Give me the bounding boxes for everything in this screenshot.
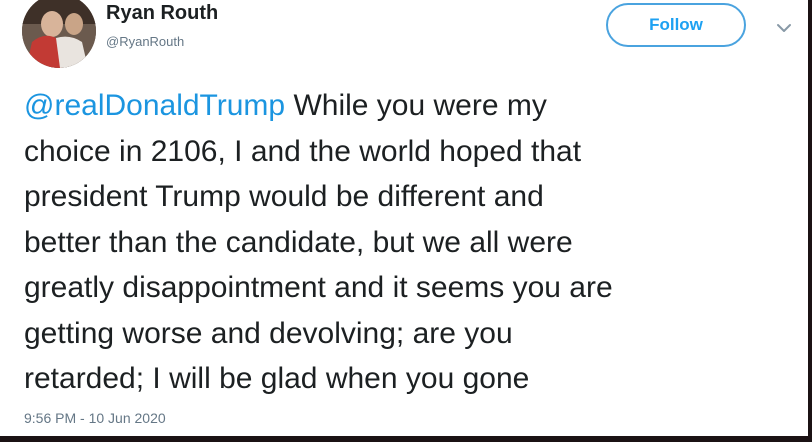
- avatar-photo: [22, 0, 96, 68]
- tweet-line-7: retarded; I will be glad when you gone: [24, 362, 530, 395]
- tweet-line-1: @realDonaldTrump While you were my: [24, 83, 794, 129]
- chevron-down-icon[interactable]: [772, 16, 796, 40]
- user-handle[interactable]: @RyanRouth: [106, 34, 184, 49]
- user-display-name[interactable]: Ryan Routh: [106, 2, 218, 25]
- follow-button[interactable]: Follow: [606, 3, 746, 47]
- tweet-timestamp[interactable]: 9:56 PM - 10 Jun 2020: [24, 410, 166, 426]
- tweet-line-3: president Trump would be different and: [24, 180, 544, 213]
- mention-link[interactable]: @realDonaldTrump: [24, 89, 285, 122]
- tweet-line-1-text: While you were my: [285, 89, 547, 122]
- tweet-text: @realDonaldTrump While you were my choic…: [24, 83, 794, 402]
- tweet-line-4: better than the candidate, but we all we…: [24, 225, 573, 259]
- avatar[interactable]: [22, 0, 96, 68]
- tweet-card: Ryan Routh @RyanRouth Follow @realDonald…: [0, 0, 808, 436]
- tweet-line-5: greatly disappointment and it seems you …: [24, 271, 613, 304]
- tweet-line-6: getting worse and devolving; are you: [24, 316, 513, 350]
- tweet-line-2: choice in 2106, I and the world hoped th…: [24, 134, 582, 168]
